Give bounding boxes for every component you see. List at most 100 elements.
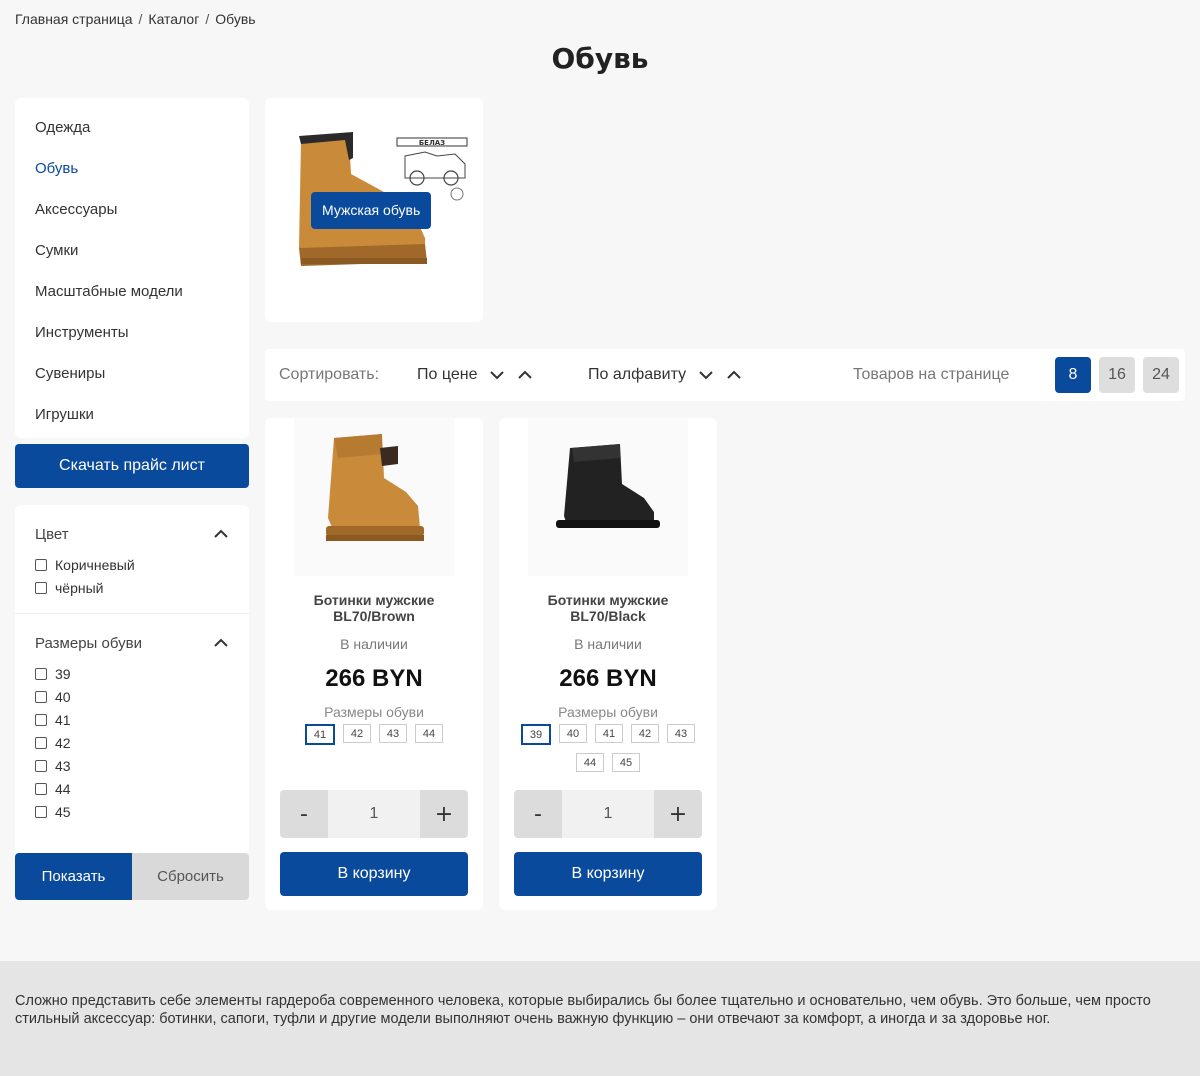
breadcrumb-home-link[interactable]: Главная страница [15,11,133,27]
size-option[interactable]: 41 [305,724,335,745]
quantity-input[interactable]: 1 [562,790,654,838]
chevron-up-icon[interactable] [213,635,229,651]
filter-option-label: 45 [55,803,71,820]
increase-quantity-button[interactable]: + [420,790,468,838]
product-image[interactable] [528,418,688,576]
per-page-8-button[interactable]: 8 [1055,357,1091,393]
brand-logo: БЕЛАЗ [396,137,468,201]
sidebar-item-scale-models[interactable]: Масштабные модели [15,271,249,312]
stock-status: В наличии [340,636,408,652]
filter-option-label: 44 [55,780,71,797]
checkbox[interactable] [35,782,47,795]
size-option[interactable]: 43 [667,724,695,743]
sort-label: Сортировать: [279,366,380,383]
product-name[interactable]: Ботинки мужские BL70/Brown [275,592,473,624]
filter-option-size-40[interactable]: 40 [35,685,229,708]
category-sidebar: Одежда Обувь Аксессуары Сумки Масштабные… [15,98,249,438]
quantity-stepper: - 1 + [514,790,702,838]
per-page-24-button[interactable]: 24 [1143,357,1179,393]
sort-by-price-label: По цене [417,366,478,383]
filter-option-label: 42 [55,734,71,751]
add-to-cart-button[interactable]: В корзину [514,852,702,896]
sort-by-price[interactable]: По цене [417,366,533,384]
filter-option-size-45[interactable]: 45 [35,800,229,823]
sidebar-item-accessories[interactable]: Аксессуары [15,189,249,230]
size-options: 39 40 41 42 43 44 45 [499,724,717,772]
chevron-down-icon[interactable] [698,367,714,383]
decrease-quantity-button[interactable]: - [514,790,562,838]
filter-panel: Цвет Коричневый чёрный Размеры обуви 39 … [15,505,249,855]
size-option[interactable]: 45 [612,753,640,772]
sidebar-item-shoes[interactable]: Обувь [15,148,249,189]
category-description: Сложно представить себе элементы гардеро… [0,961,1200,1076]
size-option[interactable]: 43 [379,724,407,743]
size-option[interactable]: 42 [631,724,659,743]
checkbox[interactable] [35,759,47,772]
breadcrumb-catalog-link[interactable]: Каталог [148,11,199,27]
download-price-list-button[interactable]: Скачать прайс лист [15,444,249,488]
size-option[interactable]: 39 [521,724,551,745]
size-option[interactable]: 40 [559,724,587,743]
filter-title-color: Цвет [35,525,69,543]
filter-title-sizes: Размеры обуви [35,634,142,652]
checkbox[interactable] [35,805,47,818]
add-to-cart-button[interactable]: В корзину [280,852,468,896]
checkbox[interactable] [35,736,47,749]
subcategory-label[interactable]: Мужская обувь [311,192,432,229]
checkbox[interactable] [35,581,47,594]
sizes-label: Размеры обуви [324,704,424,720]
product-image[interactable] [294,418,454,576]
filter-option-label: 41 [55,711,71,728]
filter-option-size-41[interactable]: 41 [35,708,229,731]
filter-option-label: 43 [55,757,71,774]
show-button[interactable]: Показать [15,853,132,900]
chevron-up-icon[interactable] [517,367,533,383]
sidebar-item-clothing[interactable]: Одежда [15,107,249,148]
category-description-text: Сложно представить себе элементы гардеро… [15,993,1151,1027]
svg-text:БЕЛАЗ: БЕЛАЗ [419,139,445,147]
subcategory-card[interactable]: БЕЛАЗ Мужская обувь [265,98,483,322]
product-card: Ботинки мужские BL70/Black В наличии 266… [499,418,717,910]
chevron-up-icon[interactable] [213,526,229,542]
chevron-up-icon[interactable] [726,367,742,383]
checkbox[interactable] [35,713,47,726]
product-card: Ботинки мужские BL70/Brown В наличии 266… [265,418,483,910]
filter-group-sizes: Размеры обуви 39 40 41 42 43 44 45 [15,613,249,823]
filter-option-black[interactable]: чёрный [35,576,229,599]
product-name[interactable]: Ботинки мужские BL70/Black [509,592,707,624]
decrease-quantity-button[interactable]: - [280,790,328,838]
increase-quantity-button[interactable]: + [654,790,702,838]
size-option[interactable]: 44 [576,753,604,772]
size-option[interactable]: 42 [343,724,371,743]
checkbox[interactable] [35,667,47,680]
filter-option-label: Коричневый [55,556,135,573]
quantity-input[interactable]: 1 [328,790,420,838]
filter-option-size-39[interactable]: 39 [35,662,229,685]
sidebar-item-toys[interactable]: Игрушки [15,394,249,435]
checkbox[interactable] [35,690,47,703]
sort-by-alpha[interactable]: По алфавиту [588,366,742,384]
chevron-down-icon[interactable] [489,367,505,383]
sidebar-item-bags[interactable]: Сумки [15,230,249,271]
filter-option-label: чёрный [55,579,104,596]
filter-option-size-42[interactable]: 42 [35,731,229,754]
reset-button[interactable]: Сбросить [132,853,249,900]
filter-option-size-44[interactable]: 44 [35,777,229,800]
filter-option-label: 39 [55,665,71,682]
filter-header-sizes[interactable]: Размеры обуви [35,632,229,654]
sidebar-item-souvenirs[interactable]: Сувениры [15,353,249,394]
filter-header-color[interactable]: Цвет [35,523,229,545]
size-option[interactable]: 41 [595,724,623,743]
size-options: 41 42 43 44 [265,724,483,745]
filter-option-brown[interactable]: Коричневый [35,553,229,576]
page-title: Обувь [551,42,649,75]
breadcrumb-current: Обувь [215,11,256,27]
filter-option-size-43[interactable]: 43 [35,754,229,777]
per-page-16-button[interactable]: 16 [1099,357,1135,393]
product-name-line: BL70/Black [570,608,646,624]
sidebar-item-tools[interactable]: Инструменты [15,312,249,353]
product-price: 266 BYN [559,665,657,692]
product-name-line: BL70/Brown [333,608,415,624]
size-option[interactable]: 44 [415,724,443,743]
checkbox[interactable] [35,558,47,571]
